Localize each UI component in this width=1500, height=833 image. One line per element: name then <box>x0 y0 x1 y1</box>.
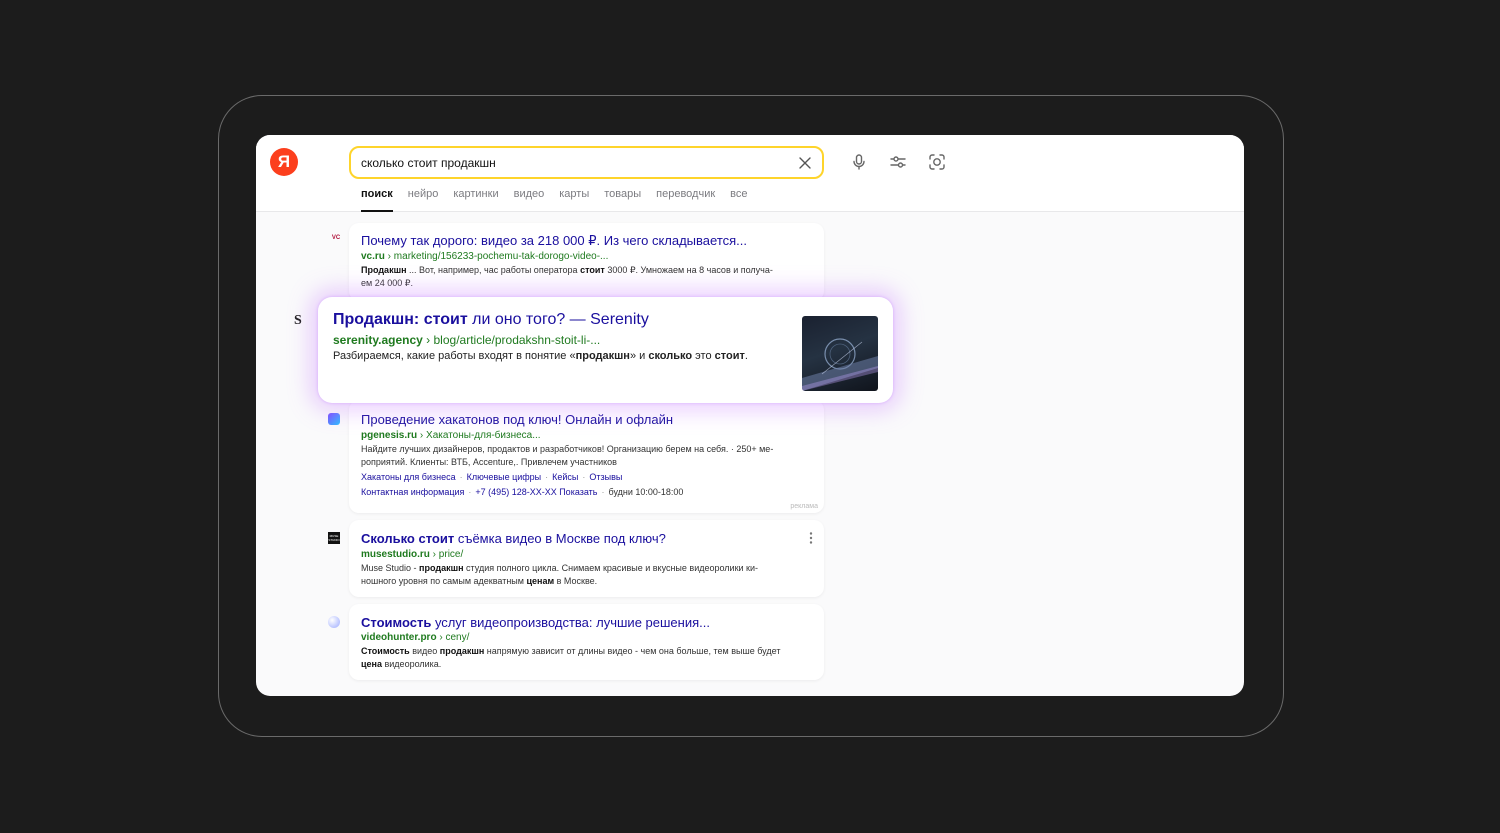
muse-favicon: MUSE STUDIO <box>328 532 340 544</box>
result-url[interactable]: vc.ru › marketing/156233-pochemu-tak-dor… <box>361 251 608 262</box>
tab-products[interactable]: товары <box>604 188 641 212</box>
result-snippet: Стоимость видео продакшн напрямую зависи… <box>361 646 781 669</box>
result-url[interactable]: serenity.agency › blog/article/prodakshn… <box>333 333 600 347</box>
tab-neuro[interactable]: нейро <box>408 188 439 212</box>
filter-icon[interactable] <box>888 152 908 172</box>
tab-translator[interactable]: переводчик <box>656 188 715 212</box>
tab-maps[interactable]: карты <box>559 188 589 212</box>
sitelink[interactable]: Кейсы <box>552 472 578 482</box>
clear-icon[interactable] <box>796 154 814 172</box>
result-card-serenity-highlighted: Продакшн: стоит ли оно того? — Serenity … <box>318 297 893 403</box>
thumbnail-art <box>802 338 878 391</box>
result-card-pgenesis: Проведение хакатонов под ключ! Онлайн и … <box>349 400 824 513</box>
contact-row: Контактная информация · +7 (495) 128-XX-XX… <box>361 487 684 497</box>
microphone-icon[interactable] <box>849 152 869 172</box>
search-header: Я поиск нейро картинки видео карты то <box>256 135 1244 212</box>
result-snippet: Muse Studio - продакшн студия полного ци… <box>361 563 758 586</box>
result-card-vc: Почему так дорого: видео за 218 000 ₽. И… <box>349 223 824 301</box>
result-card-musestudio: Сколько стоит съёмка видео в Москве под … <box>349 520 824 597</box>
search-box[interactable] <box>349 146 824 179</box>
tab-images[interactable]: картинки <box>453 188 498 212</box>
result-snippet: Разбираемся, какие работы входят в понят… <box>333 350 748 362</box>
result-snippet: Найдите лучших дизайнеров, продактов и р… <box>361 444 774 467</box>
search-tabs: поиск нейро картинки видео карты товары … <box>361 188 748 212</box>
yandex-logo[interactable]: Я <box>270 148 298 176</box>
sitelinks: Хакатоны для бизнеса · Ключевые цифры · Кейс… <box>361 472 623 482</box>
browser-screen: Я поиск нейро картинки видео карты то <box>256 135 1244 696</box>
result-title[interactable]: Продакшн: стоит ли оно того? — Serenity <box>333 311 649 329</box>
work-hours: будни 10:00-18:00 <box>608 487 684 497</box>
result-title[interactable]: Проведение хакатонов под ключ! Онлайн и … <box>361 412 673 427</box>
sitelink[interactable]: Хакатоны для бизнеса <box>361 472 456 482</box>
tab-all[interactable]: все <box>730 188 747 212</box>
result-title[interactable]: Почему так дорого: видео за 218 000 ₽. И… <box>361 233 747 249</box>
sitelink[interactable]: Ключевые цифры <box>467 472 542 482</box>
more-icon[interactable] <box>806 531 816 545</box>
tab-search[interactable]: поиск <box>361 188 393 212</box>
result-card-videohunter: Стоимость услуг видеопроизводства: лучши… <box>349 604 824 680</box>
result-thumbnail[interactable] <box>802 316 878 391</box>
serenity-favicon: S <box>294 313 302 328</box>
search-input[interactable] <box>361 153 781 173</box>
sitelink[interactable]: Отзывы <box>589 472 622 482</box>
vc-favicon: VC <box>331 235 341 241</box>
camera-search-icon[interactable] <box>927 152 947 172</box>
result-snippet: Продакшн ... Вот, например, час работы о… <box>361 265 773 288</box>
result-url[interactable]: videohunter.pro › ceny/ <box>361 632 469 643</box>
videohunter-favicon <box>328 616 340 628</box>
contact-link[interactable]: Контактная информация <box>361 487 464 497</box>
phone-link[interactable]: +7 (495) 128-XX-XX Показать <box>475 487 597 497</box>
result-url[interactable]: musestudio.ru › price/ <box>361 549 463 560</box>
result-title[interactable]: Сколько стоит съёмка видео в Москве под … <box>361 531 666 546</box>
pgenesis-favicon <box>328 413 340 425</box>
tab-video[interactable]: видео <box>514 188 545 212</box>
result-title[interactable]: Стоимость услуг видеопроизводства: лучши… <box>361 615 710 630</box>
result-url[interactable]: pgenesis.ru › Хакатоны-для-бизнеса... <box>361 430 541 441</box>
ad-label: реклама <box>790 503 818 510</box>
